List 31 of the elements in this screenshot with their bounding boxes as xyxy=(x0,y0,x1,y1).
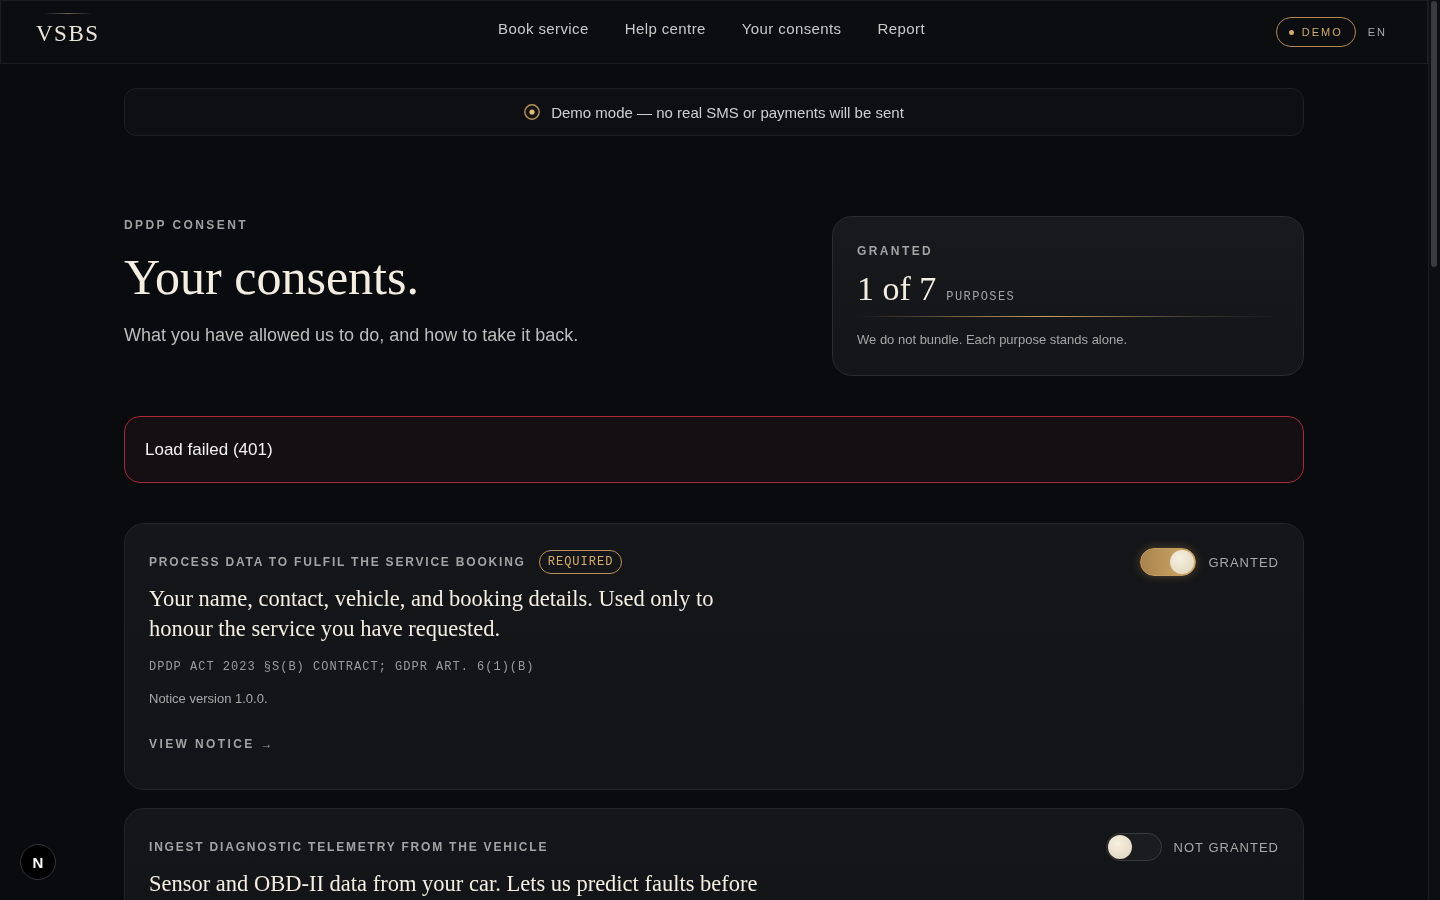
legal-basis: DPDP ACT 2023 §S(B) CONTRACT; GDPR ART. 6(1)(B) xyxy=(149,660,535,674)
consent-status: NOT GRANTED xyxy=(1173,839,1279,855)
purpose-description: Your name, contact, vehicle, and booking details. Used only to honour the service you have requested. xyxy=(149,585,715,643)
purpose-description: Sensor and OBD-II data from your car. Lets us predict faults before xyxy=(149,870,758,898)
banner-text: Demo mode — no real SMS or payments will be sent xyxy=(551,103,904,121)
summary-note: We do not bundle. Each purpose stands alone. xyxy=(857,331,1128,349)
summary-label: GRANTED xyxy=(857,243,934,260)
consent-status: GRANTED xyxy=(1208,554,1279,570)
count-unit: PURPOSES xyxy=(946,290,1016,304)
page-title: Your consents. xyxy=(124,250,419,305)
brand-logo[interactable]: VSBS xyxy=(36,13,100,47)
granted-count: 1 of 7 xyxy=(857,269,937,309)
toggle-switch[interactable] xyxy=(1140,548,1197,576)
dev-tools-button[interactable]: N xyxy=(20,844,56,880)
nav-link[interactable]: Help centre xyxy=(624,20,706,37)
purpose-title: PROCESS DATA TO FULFIL THE SERVICE BOOKING xyxy=(149,555,526,569)
demo-label: DEMO xyxy=(1301,26,1343,38)
page-subtitle: What you have allowed us to do, and how to take it back. xyxy=(124,324,579,347)
view-notice-link[interactable]: VIEW NOTICE → xyxy=(149,737,275,751)
error-message: Load failed (401) xyxy=(145,439,273,460)
nav-link[interactable]: Report xyxy=(877,20,925,37)
status-dot-icon xyxy=(1288,29,1294,35)
ring-dot-icon xyxy=(524,104,541,120)
notice-version: Notice version 1.0.0. xyxy=(149,691,268,706)
scrollbar-thumb[interactable] xyxy=(1431,1,1437,267)
language-button[interactable]: EN xyxy=(1367,26,1387,38)
toggle-switch[interactable] xyxy=(1105,833,1162,861)
purpose-title: INGEST DIAGNOSTIC TELEMETRY FROM THE VEHICLE xyxy=(149,840,549,854)
section-eyebrow: DPDP CONSENT xyxy=(124,217,248,234)
nav-link[interactable]: Your consents xyxy=(741,20,842,37)
nav-link[interactable]: Book service xyxy=(498,20,589,37)
